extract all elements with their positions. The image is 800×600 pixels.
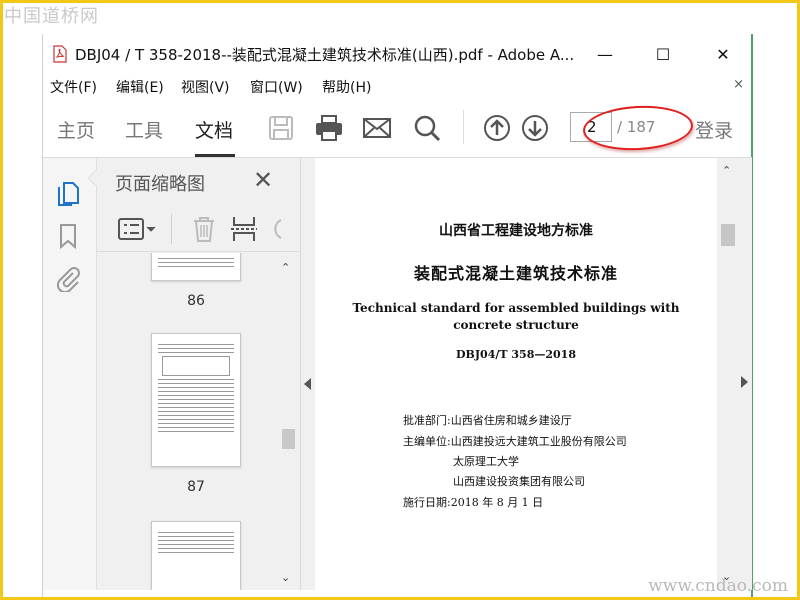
doc-english-title-1: Technical standard for assembled buildin…	[352, 301, 680, 315]
close-document-button[interactable]: ×	[733, 77, 744, 92]
tab-document[interactable]: 文档	[195, 116, 233, 143]
navigation-rail	[43, 158, 97, 590]
maximize-button[interactable]: ☐	[643, 40, 683, 68]
tab-tools[interactable]: 工具	[125, 116, 163, 143]
title-bar: DBJ04 / T 358-2018--装配式混凝土建筑技术标准(山西).pdf…	[43, 34, 752, 74]
expand-right-arrow-icon[interactable]	[741, 376, 748, 388]
rotate-page-icon[interactable]	[269, 214, 283, 244]
scroll-down-arrow-icon[interactable]: ⌄	[281, 571, 290, 584]
attachment-icon[interactable]	[55, 264, 81, 292]
thumbnail-page-88[interactable]	[151, 521, 241, 590]
print-icon[interactable]	[313, 112, 345, 144]
main-toolbar: 主页 工具 文档 2 / 187 登录	[43, 98, 752, 158]
active-tab-indicator	[195, 154, 235, 157]
thumbnail-page-87[interactable]	[151, 333, 241, 467]
scroll-up-arrow-icon[interactable]: ⌃	[281, 261, 290, 274]
login-button[interactable]: 登录	[695, 116, 733, 143]
page-thumbnails-panel: 页面缩略图 ✕ 86 87 ⌃ ⌄	[87, 158, 301, 590]
bookmark-icon[interactable]	[55, 222, 81, 250]
doc-heading-1: 山西省工程建设地方标准	[439, 223, 593, 239]
menu-file[interactable]: 文件(F)	[50, 77, 97, 97]
thumbnail-page-86[interactable]	[151, 253, 241, 281]
thumbnail-label: 87	[187, 479, 205, 495]
highlight-ellipse	[581, 103, 695, 153]
menu-help[interactable]: 帮助(H)	[322, 77, 371, 97]
right-panel-toggle[interactable]	[739, 158, 752, 590]
doc-editor-2: 太原理工大学	[453, 455, 519, 468]
previous-page-icon[interactable]	[481, 112, 513, 144]
panel-title: 页面缩略图	[115, 174, 205, 195]
doc-approval: 批准部门:山西省住房和城乡建设厅	[403, 414, 572, 427]
menu-bar: 文件(F) 编辑(E) 视图(V) 窗口(W) 帮助(H) ×	[43, 74, 752, 98]
close-panel-button[interactable]: ✕	[253, 166, 273, 194]
email-icon[interactable]	[361, 112, 393, 144]
window-title: DBJ04 / T 358-2018--装配式混凝土建筑技术标准(山西).pdf…	[75, 46, 575, 64]
menu-view[interactable]: 视图(V)	[181, 77, 230, 97]
thumbnail-scrollbar[interactable]: ⌃ ⌄	[277, 253, 300, 590]
doc-english-title-2: concrete structure	[453, 318, 579, 332]
minimize-button[interactable]: —	[585, 40, 625, 68]
document-scrollbar[interactable]: ⌃ ⌄	[717, 158, 739, 590]
tab-home[interactable]: 主页	[57, 116, 95, 143]
doc-effective-date: 施行日期:2018 年 8 月 1 日	[403, 496, 544, 509]
scroll-up-arrow-icon[interactable]: ⌃	[722, 164, 731, 177]
next-page-icon[interactable]	[519, 112, 551, 144]
toolbar-separator	[463, 110, 464, 144]
doc-standard-code: DBJ04/T 358—2018	[456, 348, 576, 361]
watermark-strip: 中国道桥网	[0, 0, 800, 34]
acrobat-window: DBJ04 / T 358-2018--装配式混凝土建筑技术标准(山西).pdf…	[42, 34, 753, 600]
watermark-bottom: www.cndao.com	[648, 576, 788, 596]
watermark-top: 中国道桥网	[4, 6, 99, 27]
thumbnail-toolbar	[97, 206, 300, 252]
delete-page-icon[interactable]	[189, 214, 219, 244]
extract-page-icon[interactable]	[229, 214, 259, 244]
search-icon[interactable]	[411, 112, 443, 144]
page-thumbnails-icon[interactable]	[55, 180, 81, 208]
menu-window[interactable]: 窗口(W)	[250, 77, 303, 97]
panel-splitter[interactable]	[301, 158, 315, 590]
scrollbar-thumb[interactable]	[721, 224, 735, 246]
options-menu-icon[interactable]	[117, 214, 157, 244]
doc-heading-2: 装配式混凝土建筑技术标准	[413, 264, 618, 283]
save-icon[interactable]	[265, 112, 297, 144]
thumbnail-label: 86	[187, 293, 205, 309]
doc-editor-3: 山西建设投资集团有限公司	[453, 475, 585, 488]
toolbar-separator	[171, 214, 172, 244]
document-view[interactable]: 山西省工程建设地方标准 装配式混凝土建筑技术标准 Technical stand…	[315, 158, 717, 590]
doc-editor: 主编单位:山西建投远大建筑工业股份有限公司	[403, 435, 627, 448]
close-window-button[interactable]: ✕	[703, 40, 743, 68]
pdf-file-icon	[53, 45, 67, 63]
collapse-left-arrow-icon[interactable]	[304, 378, 311, 390]
thumbnail-list[interactable]: 86 87	[97, 253, 277, 590]
menu-edit[interactable]: 编辑(E)	[116, 77, 164, 97]
scrollbar-thumb[interactable]	[282, 429, 295, 449]
